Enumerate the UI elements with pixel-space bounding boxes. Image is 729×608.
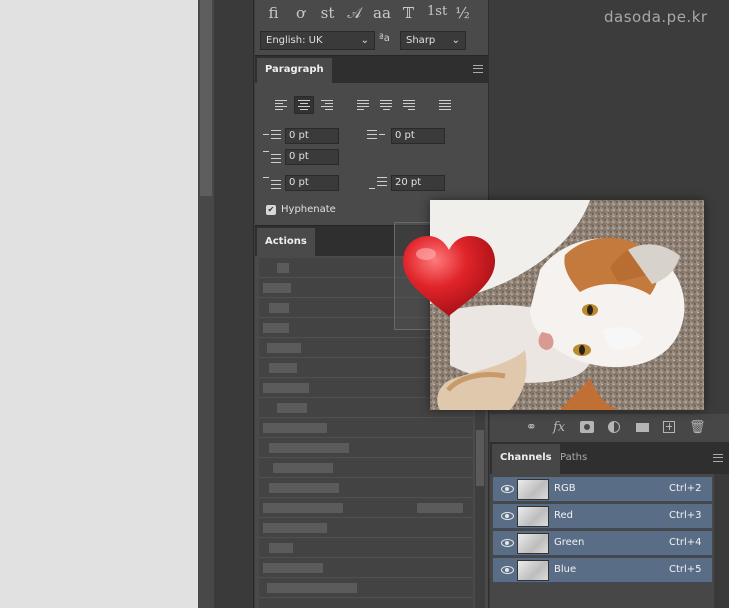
layer-toolbar: ⚭ fx 🗑 [490,414,729,442]
discretionary-ligature-button[interactable]: st [319,4,336,22]
list-item[interactable] [259,438,473,458]
chevron-down-icon: ⌄ [360,35,369,46]
language-select[interactable]: English: UK ⌄ [260,31,375,50]
panel-dock-gutter [214,0,254,608]
fraction-button[interactable]: ½ [454,4,471,22]
channels-tabbar: Channels Paths [490,442,729,474]
channel-thumbnail [517,560,549,581]
adjustment-icon[interactable] [608,421,620,433]
channel-row-red[interactable]: Red Ctrl+3 [493,504,712,529]
hyphenate-checkbox[interactable]: ✔ [266,205,276,215]
channel-name: Red [554,510,573,521]
tab-actions[interactable]: Actions [257,228,315,257]
document-canvas[interactable] [0,0,198,608]
list-item[interactable] [259,558,473,578]
channel-shortcut: Ctrl+3 [669,510,702,521]
list-item[interactable] [259,458,473,478]
channel-shortcut: Ctrl+4 [669,537,702,548]
list-item[interactable] [259,538,473,558]
new-channel-icon[interactable] [663,421,675,433]
align-right-button[interactable] [317,96,337,114]
chevron-down-icon: ⌄ [451,35,460,46]
channel-name: Blue [554,564,577,575]
opentype-glyph-row: fi ơ st 𝒜 aa 𝕋 1st ½ [265,4,471,22]
channel-name: Green [554,537,585,548]
channels-list: RGB Ctrl+2 Red Ctrl+3 Green Ctrl+4 Blue … [490,474,729,608]
antialias-select[interactable]: Sharp ⌄ [400,31,466,50]
space-before-icon [263,176,281,190]
channel-row-green[interactable]: Green Ctrl+4 [493,531,712,556]
list-item[interactable] [259,578,473,598]
space-after-field[interactable]: 20 pt [391,175,445,191]
list-item[interactable] [259,418,473,438]
indent-left-icon [263,129,281,143]
tab-channels[interactable]: Channels [492,444,560,474]
list-item[interactable] [259,498,473,518]
align-center-button[interactable] [294,96,314,114]
justify-last-center-button[interactable] [376,96,396,114]
anti-alias-icon: ªa [379,33,390,44]
indent-right-field[interactable]: 0 pt [391,128,445,144]
channel-thumbnail [517,479,549,500]
menu-icon[interactable] [713,454,723,462]
channel-row-blue[interactable]: Blue Ctrl+5 [493,558,712,583]
channels-scrollbar[interactable] [714,474,729,608]
channel-shortcut: Ctrl+5 [669,564,702,575]
eye-icon[interactable] [501,485,514,493]
space-before-field[interactable]: 0 pt [285,175,339,191]
folder-icon[interactable] [636,423,649,432]
heart-icon [402,236,496,316]
channel-thumbnail [517,533,549,554]
link-icon[interactable]: ⚭ [526,420,537,435]
list-item[interactable] [259,518,473,538]
channel-row-rgb[interactable]: RGB Ctrl+2 [493,477,712,502]
stylistic-alternate-button[interactable]: aa [373,4,391,22]
eye-icon[interactable] [501,512,514,520]
swash-glyph-button[interactable]: 𝒜 [346,4,363,22]
eye-icon[interactable] [501,539,514,547]
menu-icon[interactable] [473,65,483,73]
language-value: English: UK [266,35,323,46]
watermark: dasoda.pe.kr [604,8,708,26]
hyphenate-label: Hyphenate [281,204,336,215]
titling-alternate-button[interactable]: 𝕋 [400,4,417,22]
channel-thumbnail [517,506,549,527]
indent-right-icon [367,129,385,143]
justify-all-button[interactable] [435,96,455,114]
indent-first-line-icon [263,150,281,164]
tab-paragraph[interactable]: Paragraph [257,58,332,84]
antialias-value: Sharp [406,35,436,46]
align-left-button[interactable] [271,96,291,114]
alt-glyph-button[interactable]: ơ [292,4,309,22]
fx-icon[interactable]: fx [553,420,565,435]
mask-icon[interactable] [580,421,594,433]
eye-icon[interactable] [501,566,514,574]
tab-paths[interactable]: Paths [552,444,595,474]
canvas-scroll-thumb[interactable] [200,0,212,196]
list-item[interactable] [259,478,473,498]
indent-first-line-field[interactable]: 0 pt [285,149,339,165]
channel-name: RGB [554,483,576,494]
channel-shortcut: Ctrl+2 [669,483,702,494]
ligature-glyph-button[interactable]: fi [265,4,282,22]
justify-last-left-button[interactable] [353,96,373,114]
ordinal-button[interactable]: 1st [427,4,447,22]
actions-scroll-thumb[interactable] [476,430,484,486]
paragraph-tabbar: Paragraph [255,55,489,84]
space-after-icon [369,176,387,190]
trash-icon[interactable]: 🗑 [689,420,706,435]
indent-left-field[interactable]: 0 pt [285,128,339,144]
justify-last-right-button[interactable] [399,96,419,114]
